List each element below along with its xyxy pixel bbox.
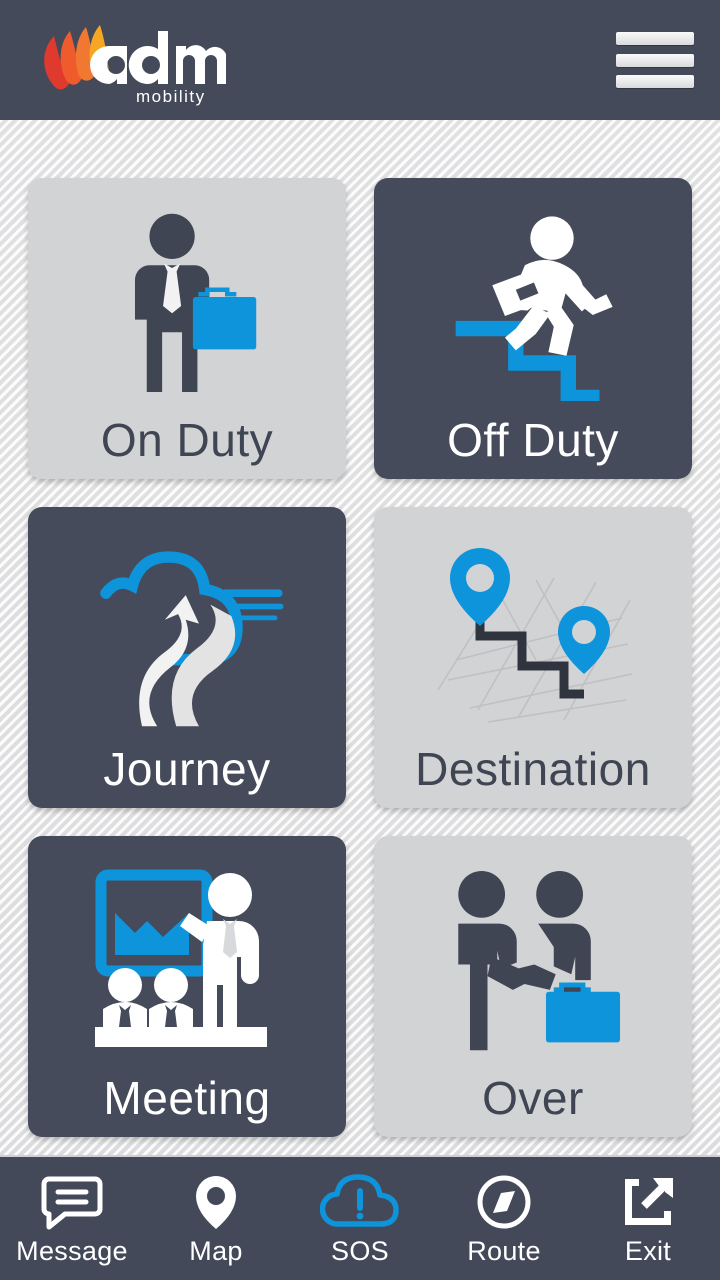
external-link-icon: [620, 1172, 676, 1230]
tile-over[interactable]: Over: [374, 836, 692, 1137]
nav-label-exit: Exit: [624, 1236, 672, 1266]
tile-destination[interactable]: Destination: [374, 507, 692, 808]
tile-label-off-duty: Off Duty: [447, 414, 619, 466]
compass-icon: [476, 1172, 532, 1230]
bottom-navigation-bar: Message Map SOS Route Exit: [0, 1155, 720, 1280]
presentation-meeting-icon: [38, 858, 336, 1069]
nav-item-exit[interactable]: Exit: [576, 1157, 720, 1280]
adm-mobility-logo-icon: mobility: [44, 25, 226, 106]
brand-logo[interactable]: mobility: [26, 14, 226, 106]
running-man-stairs-icon: [384, 200, 682, 411]
tile-label-destination: Destination: [415, 743, 651, 795]
app-header: mobility: [0, 0, 720, 120]
nav-item-sos[interactable]: SOS: [288, 1157, 432, 1280]
nav-label-sos: SOS: [331, 1236, 389, 1266]
speech-bubble-icon: [41, 1172, 103, 1230]
tile-meeting[interactable]: Meeting: [28, 836, 346, 1137]
tile-on-duty[interactable]: On Duty: [28, 178, 346, 479]
tile-off-duty[interactable]: Off Duty: [374, 178, 692, 479]
businessman-briefcase-icon: [38, 200, 336, 411]
briefcase-part: [545, 982, 620, 1042]
nav-label-message: Message: [16, 1236, 128, 1266]
tile-label-journey: Journey: [103, 743, 271, 795]
nav-label-route: Route: [467, 1236, 541, 1266]
cloud-alert-icon: [320, 1172, 400, 1230]
map-pins-route-icon: [384, 529, 682, 740]
nav-label-map: Map: [189, 1236, 243, 1266]
tile-label-over: Over: [482, 1072, 584, 1124]
tile-journey[interactable]: Journey: [28, 507, 346, 808]
app-root: mobility On Duty Off Duty Journey Destin…: [0, 0, 720, 1280]
handshake-briefcase-icon: [384, 858, 682, 1069]
tile-label-on-duty: On Duty: [100, 414, 274, 466]
road-cloud-icon: [38, 529, 336, 740]
menu-bar-1: [616, 32, 694, 45]
briefcase-part: [192, 286, 256, 349]
map-pin-icon: [193, 1172, 239, 1230]
nav-item-map[interactable]: Map: [144, 1157, 288, 1280]
menu-bar-2: [616, 53, 694, 67]
nav-item-message[interactable]: Message: [0, 1157, 144, 1280]
brand-subtitle-text: mobility: [136, 87, 206, 106]
menu-bar-3: [616, 75, 694, 88]
tile-label-meeting: Meeting: [103, 1072, 271, 1124]
status-tile-grid: On Duty Off Duty Journey Destination Mee…: [0, 120, 720, 1155]
hamburger-menu-icon[interactable]: [616, 28, 694, 92]
nav-item-route[interactable]: Route: [432, 1157, 576, 1280]
